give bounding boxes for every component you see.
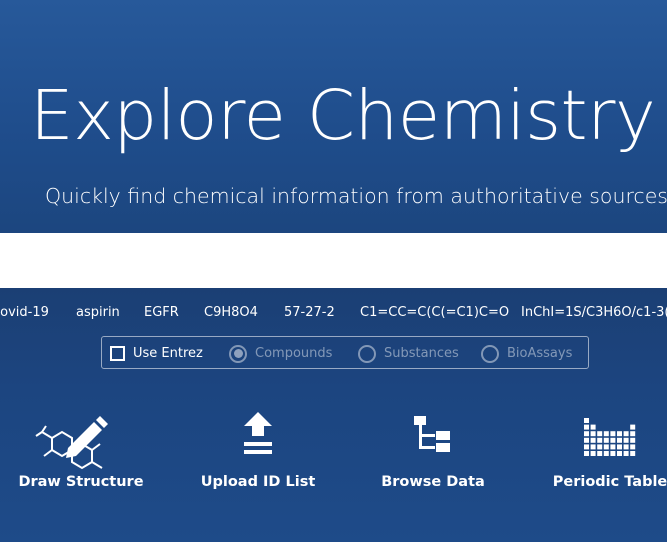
- periodic-table-button[interactable]: Periodic Table: [540, 410, 667, 500]
- molecule-pencil-icon: [35, 416, 108, 470]
- example-aspirin[interactable]: aspirin: [76, 305, 120, 320]
- example-queries: covid-19 aspirin EGFR C9H8O4 57-27-2 C1=…: [0, 305, 667, 323]
- substances-label: Substances: [384, 346, 459, 361]
- hero-banner: Explore Chemistry Quickly find chemical …: [0, 0, 667, 233]
- tree-hierarchy-icon: [414, 416, 450, 452]
- bioassays-label: BioAssays: [507, 346, 573, 361]
- browse-data-button[interactable]: Browse Data: [360, 410, 510, 500]
- browse-data-label: Browse Data: [381, 474, 485, 490]
- draw-structure-label: Draw Structure: [18, 474, 144, 490]
- example-inchi[interactable]: InChI=1S/C3H6O/c1-3(2: [521, 305, 667, 320]
- upload-id-list-button[interactable]: Upload ID List: [180, 410, 340, 500]
- search-options: Use Entrez Compounds Substances BioAssay…: [101, 336, 589, 369]
- compounds-radio[interactable]: [229, 344, 247, 363]
- example-cas[interactable]: 57-27-2: [284, 305, 335, 320]
- use-entrez-option[interactable]: Use Entrez: [110, 337, 203, 370]
- use-entrez-checkbox[interactable]: [110, 346, 125, 361]
- hero-title: Explore Chemistry: [30, 76, 656, 156]
- periodic-table-label: Periodic Table: [552, 474, 667, 490]
- bioassays-option[interactable]: BioAssays: [481, 337, 572, 370]
- example-smiles[interactable]: C1=CC=C(C(=C1)C=O: [360, 305, 509, 320]
- upload-id-list-label: Upload ID List: [200, 474, 316, 490]
- compounds-option[interactable]: Compounds: [229, 337, 332, 370]
- upload-arrow-icon: [244, 412, 272, 454]
- compounds-label: Compounds: [255, 346, 333, 361]
- hero-subtitle: Quickly find chemical information from a…: [45, 184, 667, 208]
- substances-radio[interactable]: [358, 344, 376, 363]
- periodic-table-grid-icon: [584, 418, 636, 456]
- search-input[interactable]: [0, 233, 667, 290]
- bioassays-radio[interactable]: [481, 344, 499, 363]
- draw-structure-button[interactable]: Draw Structure: [0, 410, 160, 500]
- use-entrez-label: Use Entrez: [133, 346, 203, 361]
- substances-option[interactable]: Substances: [358, 337, 459, 370]
- example-egfr[interactable]: EGFR: [144, 305, 179, 320]
- example-covid[interactable]: covid-19: [0, 305, 49, 320]
- example-formula[interactable]: C9H8O4: [204, 305, 258, 320]
